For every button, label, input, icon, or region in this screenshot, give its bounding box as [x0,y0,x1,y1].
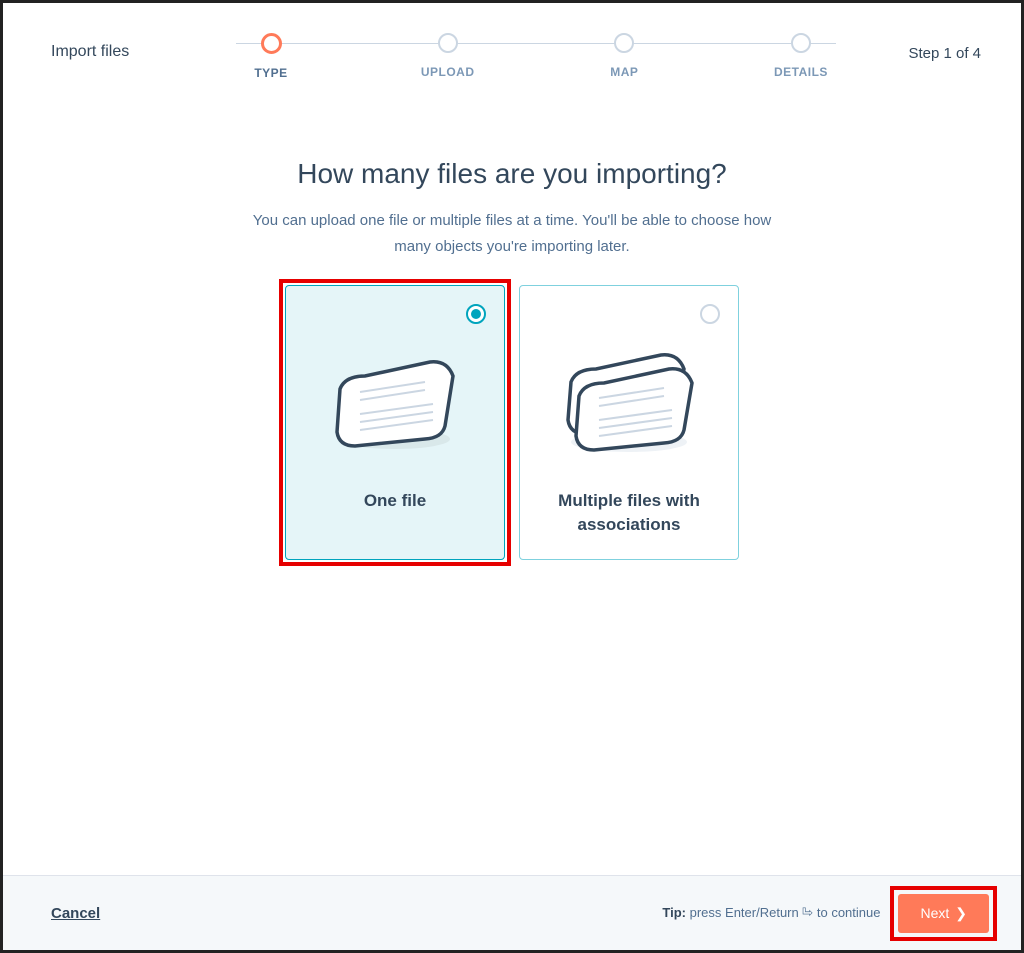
multiple-files-icon [549,329,709,469]
tip-text: Tip: press Enter/Return ⏎ to continue [662,905,880,921]
step-label: MAP [610,65,638,79]
main-subheading: You can upload one file or multiple file… [242,208,782,259]
step-type: TYPE [211,33,331,80]
radio-icon[interactable] [700,304,720,324]
single-file-icon [315,329,475,469]
return-key-icon: ⏎ [802,905,813,921]
step-circle-icon [791,33,811,53]
option-title: Multiple files with associations [538,489,720,537]
progress-steps: TYPE UPLOAD MAP DETAILS [211,33,861,80]
step-circle-icon [438,33,458,53]
step-label: DETAILS [774,65,828,79]
step-upload: UPLOAD [388,33,508,79]
cancel-button[interactable]: Cancel [51,905,100,922]
step-label: UPLOAD [421,65,475,79]
option-multiple-files[interactable]: Multiple files with associations [519,285,739,560]
main-heading: How many files are you importing? [43,158,981,190]
step-circle-icon [614,33,634,53]
page-title: Import files [51,33,211,61]
radio-icon[interactable] [466,304,486,324]
step-details: DETAILS [741,33,861,79]
next-button[interactable]: Next ❯ [898,894,989,933]
chevron-right-icon: ❯ [955,905,967,922]
step-map: MAP [564,33,684,79]
step-label: TYPE [254,66,287,80]
step-indicator: Step 1 of 4 [861,33,981,62]
option-one-file[interactable]: One file [285,285,505,560]
step-circle-icon [261,33,282,54]
option-title: One file [364,489,426,513]
